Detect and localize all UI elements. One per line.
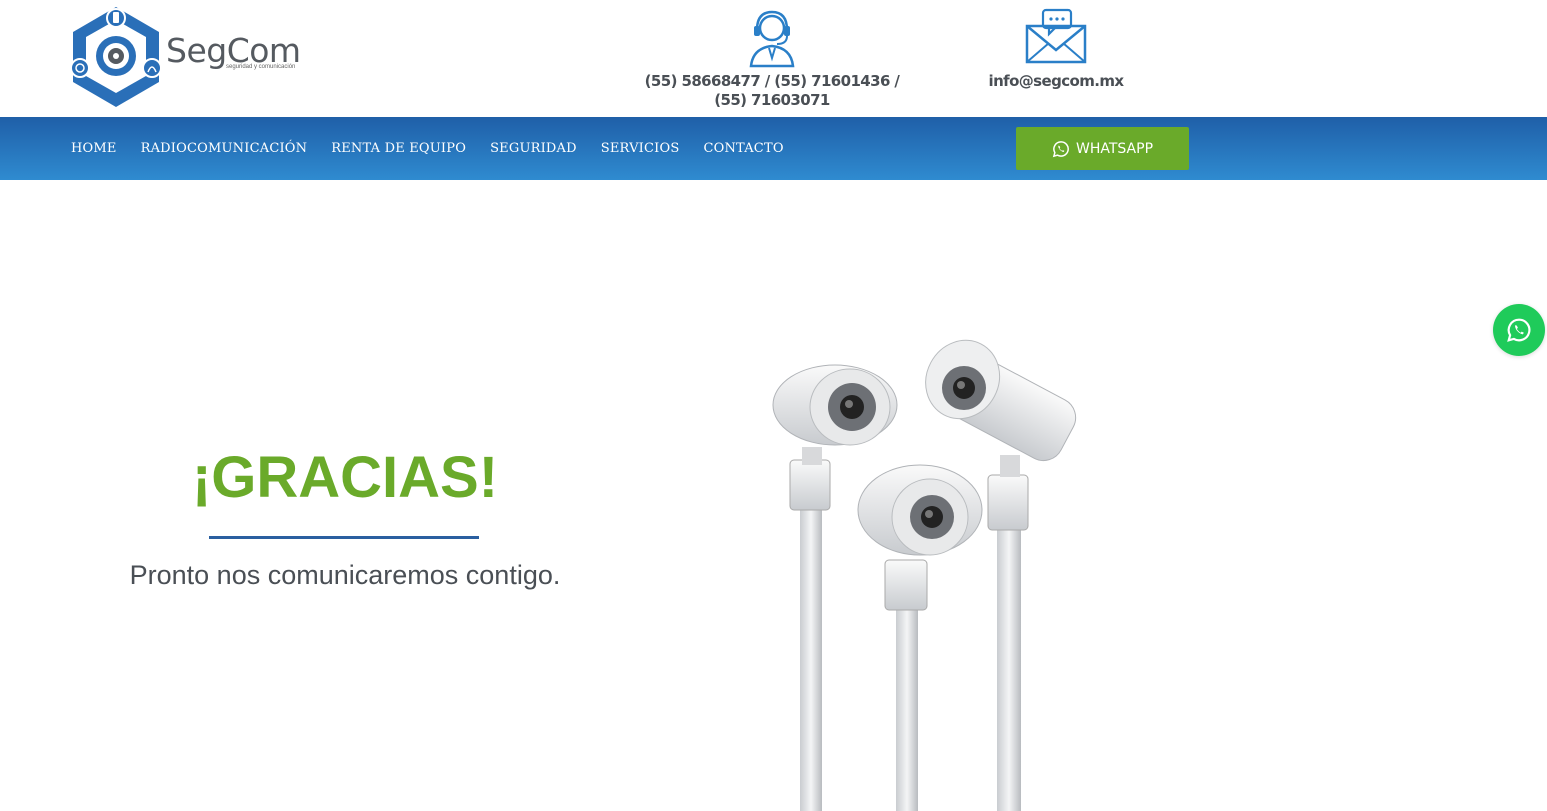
nav-item-renta-de-equipo[interactable]: RENTA DE EQUIPO [331, 141, 466, 156]
thank-you-heading: ¡GRACIAS! [191, 445, 499, 510]
whatsapp-icon [1052, 140, 1069, 157]
nav-item-servicios[interactable]: SERVICIOS [601, 141, 680, 156]
phone-numbers[interactable]: (55) 58668477 / (55) 71601436 / (55) 716… [640, 72, 904, 110]
whatsapp-button[interactable]: WHATSAPP [1016, 127, 1189, 170]
main-navbar: HOME RADIOCOMUNICACIÓN RENTA DE EQUIPO S… [0, 117, 1547, 180]
logo-tagline: seguridad y comunicación [226, 64, 296, 70]
envelope-chat-icon [1025, 8, 1087, 64]
nav-menu: HOME RADIOCOMUNICACIÓN RENTA DE EQUIPO S… [71, 117, 808, 180]
nav-item-seguridad[interactable]: SEGURIDAD [490, 141, 577, 156]
thank-you-message: Pronto nos comunicaremos contigo. [129, 560, 561, 590]
heading-divider [209, 536, 479, 539]
phone-contact: (55) 58668477 / (55) 71601436 / (55) 716… [640, 6, 904, 110]
security-cameras-image [772, 339, 1077, 811]
headset-agent-icon [749, 10, 795, 68]
email-address[interactable]: info@segcom.mx [980, 72, 1132, 90]
whatsapp-button-label: WHATSAPP [1075, 140, 1154, 157]
nav-item-contacto[interactable]: CONTACTO [703, 141, 783, 156]
site-header: SegCom seguridad y comunicación (55) 586… [0, 0, 1547, 117]
whatsapp-icon [1507, 318, 1531, 342]
nav-item-home[interactable]: HOME [71, 141, 117, 156]
nav-item-radiocomunicacion[interactable]: RADIOCOMUNICACIÓN [141, 141, 308, 156]
floating-whatsapp-button[interactable] [1493, 304, 1545, 356]
segcom-logo[interactable]: SegCom seguridad y comunicación [66, 4, 336, 110]
email-contact: info@segcom.mx [980, 8, 1132, 90]
segcom-logo-mark [70, 7, 162, 107]
